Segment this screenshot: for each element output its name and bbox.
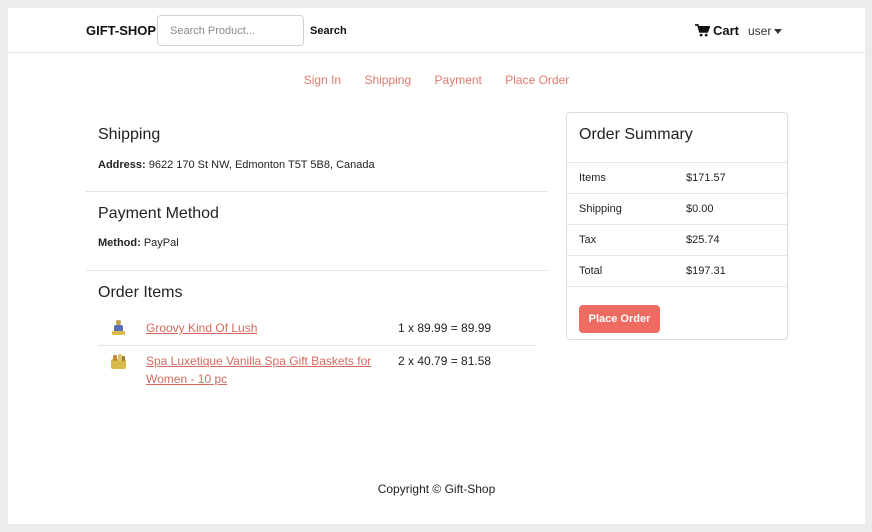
summary-value: $25.74 bbox=[686, 234, 720, 246]
step-payment[interactable]: Payment bbox=[435, 73, 482, 87]
cart-label: Cart bbox=[713, 23, 740, 38]
navbar: GIFT-SHOP Search Cart user bbox=[8, 8, 865, 53]
order-items-title: Order Items bbox=[98, 284, 183, 301]
shipping-address: Address: 9622 170 St NW, Edmonton T5T 5B… bbox=[98, 159, 375, 171]
item-price: 1 x 89.99 = 89.99 bbox=[398, 321, 492, 335]
list-item: Spa Luxetique Vanilla Spa Gift Baskets f… bbox=[98, 352, 536, 392]
product-thumbnail[interactable] bbox=[110, 319, 127, 336]
summary-value: $197.31 bbox=[686, 265, 726, 277]
summary-title: Order Summary bbox=[579, 126, 693, 143]
summary-row-items: Items $171.57 bbox=[567, 162, 787, 193]
divider bbox=[98, 345, 536, 346]
summary-label: Tax bbox=[579, 234, 597, 246]
footer-copyright: Copyright © Gift-Shop bbox=[377, 482, 496, 496]
address-label: Address: bbox=[98, 159, 146, 171]
step-sign-in[interactable]: Sign In bbox=[304, 73, 341, 87]
user-menu[interactable]: user bbox=[748, 24, 783, 38]
summary-row-total: Total $197.31 bbox=[567, 255, 787, 286]
step-shipping[interactable]: Shipping bbox=[364, 73, 411, 87]
item-name-link[interactable]: Spa Luxetique Vanilla Spa Gift Baskets f… bbox=[146, 352, 374, 388]
summary-value: $171.57 bbox=[686, 172, 726, 184]
address-value: 9622 170 St NW, Edmonton T5T 5B8, Canada bbox=[148, 159, 375, 171]
payment-method: Method: PayPal bbox=[98, 237, 179, 249]
search-button[interactable]: Search bbox=[310, 25, 347, 37]
shipping-title: Shipping bbox=[98, 126, 161, 143]
method-label: Method: bbox=[98, 237, 141, 249]
page: GIFT-SHOP Search Cart user Sign In Shipp… bbox=[8, 8, 865, 524]
search-input[interactable] bbox=[157, 15, 304, 46]
product-thumbnail[interactable] bbox=[110, 353, 127, 370]
place-order-button[interactable]: Place Order bbox=[579, 305, 660, 333]
summary-row-tax: Tax $25.74 bbox=[567, 224, 787, 255]
summary-row-spacer bbox=[567, 286, 787, 298]
summary-value: $0.00 bbox=[686, 203, 714, 215]
user-label: user bbox=[748, 24, 772, 38]
item-name-link[interactable]: Groovy Kind Of Lush bbox=[146, 319, 374, 337]
summary-row-shipping: Shipping $0.00 bbox=[567, 193, 787, 224]
step-place-order[interactable]: Place Order bbox=[505, 73, 569, 87]
item-price: 2 x 40.79 = 81.58 bbox=[398, 354, 492, 368]
cart-link[interactable]: Cart bbox=[695, 23, 739, 38]
checkout-steps: Sign In Shipping Payment Place Order bbox=[8, 73, 865, 87]
divider bbox=[86, 270, 548, 271]
cart-icon bbox=[695, 24, 710, 37]
summary-label: Total bbox=[579, 265, 603, 277]
summary-label: Shipping bbox=[579, 203, 622, 215]
order-summary-card: Order Summary Items $171.57 Shipping $0.… bbox=[566, 112, 788, 340]
divider bbox=[86, 191, 548, 192]
summary-label: Items bbox=[579, 172, 606, 184]
list-item: Groovy Kind Of Lush 1 x 89.99 = 89.99 bbox=[98, 319, 536, 345]
method-value: PayPal bbox=[143, 237, 179, 249]
chevron-down-icon bbox=[774, 29, 783, 34]
payment-title: Payment Method bbox=[98, 205, 219, 222]
brand-logo[interactable]: GIFT-SHOP bbox=[86, 23, 156, 38]
